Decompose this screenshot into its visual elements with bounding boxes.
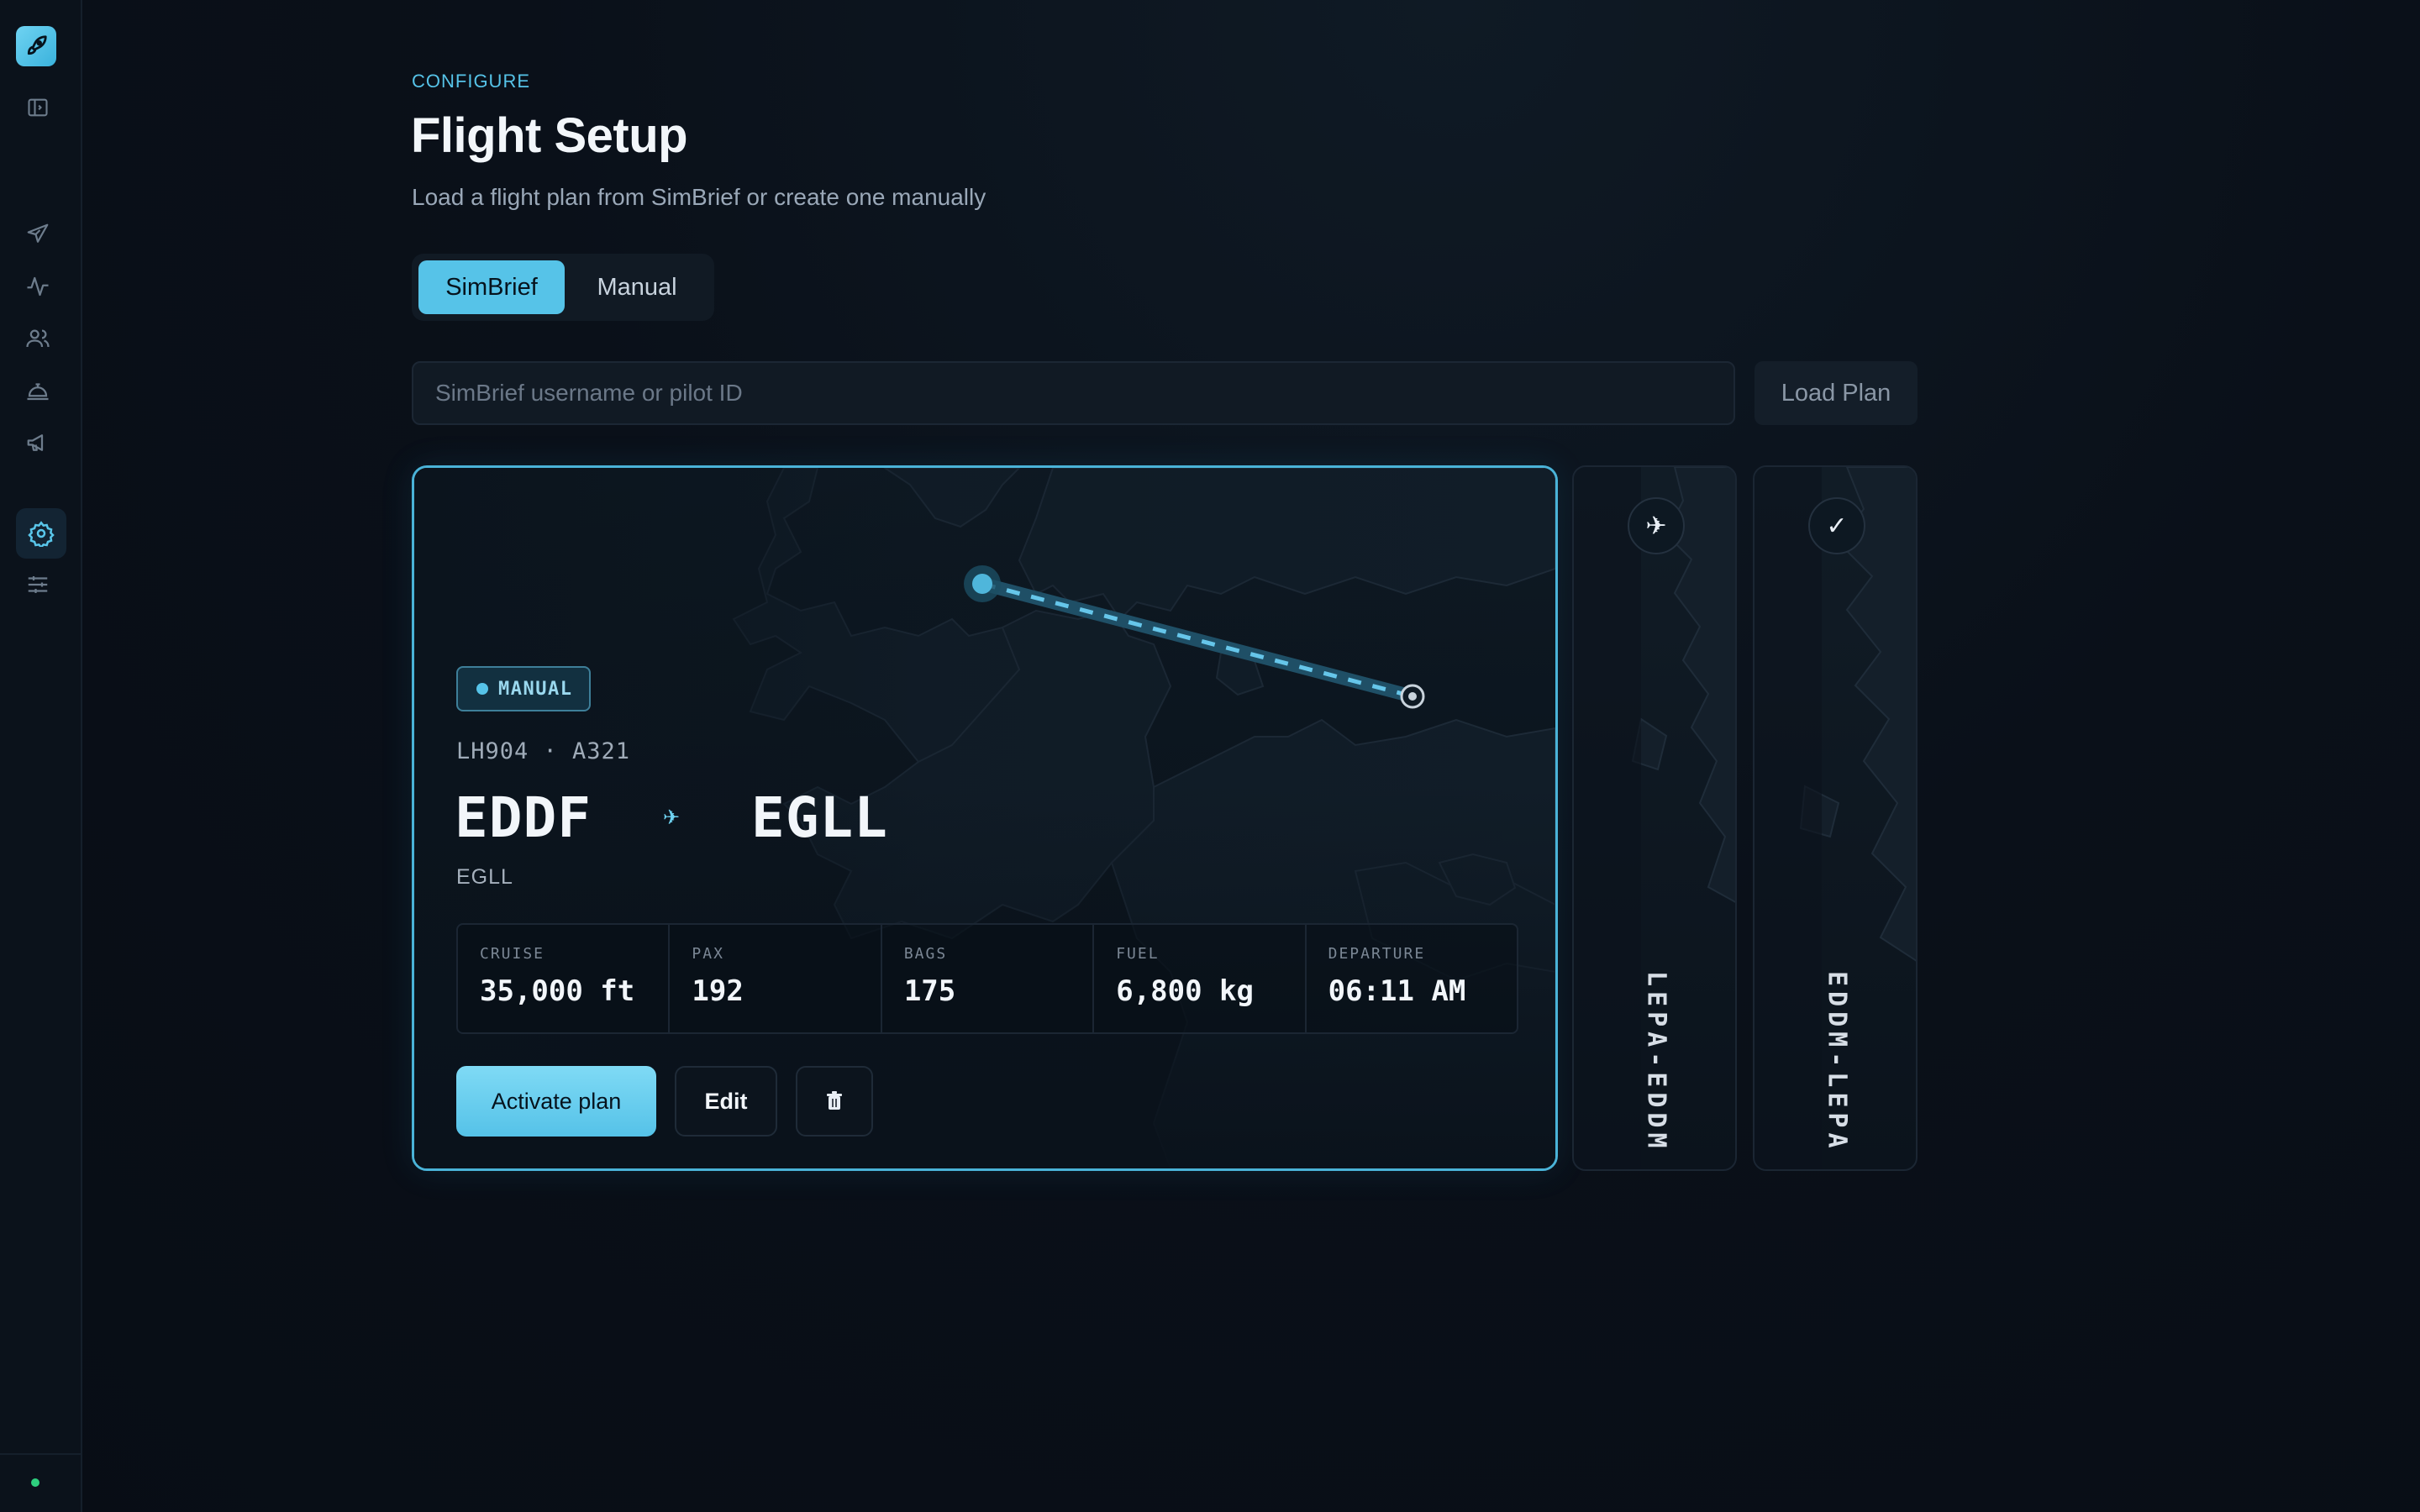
- plan-card-collapsed[interactable]: ✓ EDDM-LEPA: [1753, 465, 1918, 1171]
- stat-departure: DEPARTURE 06:11 AM: [1307, 925, 1517, 1032]
- connection-status-indicator: [31, 1478, 39, 1487]
- sidebar-divider: [0, 1453, 82, 1455]
- stat-bags: BAGS 175: [882, 925, 1095, 1032]
- trash-icon: [827, 1091, 842, 1110]
- activity-icon[interactable]: [24, 272, 52, 301]
- route-label: EDDM-LEPA: [1822, 971, 1852, 1153]
- flight-stats: CRUISE 35,000 ft PAX 192 BAGS 175 FUEL 6…: [456, 923, 1518, 1034]
- stat-label: PAX: [692, 945, 724, 963]
- stat-fuel: FUEL 6,800 kg: [1094, 925, 1307, 1032]
- stat-cruise: CRUISE 35,000 ft: [458, 925, 671, 1032]
- stat-label: DEPARTURE: [1328, 945, 1426, 963]
- active-plan-card[interactable]: MANUAL LH904 · A321 EDDF ✈ EGLL EGLL CRU…: [412, 465, 1558, 1171]
- stat-label: BAGS: [903, 945, 948, 963]
- route-label: LEPA-EDDM: [1641, 971, 1671, 1153]
- users-icon[interactable]: [24, 324, 52, 353]
- sliders-icon[interactable]: [24, 570, 52, 599]
- origin-code: EDDF: [455, 785, 592, 850]
- simbrief-username-input[interactable]: [412, 361, 1735, 425]
- route-summary: EDDF ✈ EGLL: [455, 784, 888, 851]
- stat-value: 6,800 kg: [1116, 974, 1254, 1008]
- destination-code: EGLL: [750, 785, 888, 850]
- stat-pax: PAX 192: [670, 925, 882, 1032]
- stat-value: 175: [903, 974, 956, 1008]
- tab-simbrief[interactable]: SimBrief: [418, 260, 565, 314]
- stat-value: 06:11 AM: [1328, 974, 1466, 1008]
- stat-label: FUEL: [1116, 945, 1160, 963]
- stat-value: 35,000 ft: [480, 974, 635, 1008]
- plan-card-collapsed[interactable]: ✈ LEPA-EDDM: [1572, 465, 1737, 1171]
- load-plan-button[interactable]: Load Plan: [1754, 361, 1918, 425]
- flight-number-aircraft: LH904 · A321: [456, 738, 631, 764]
- stat-value: 192: [692, 974, 744, 1008]
- sidebar-toggle-icon[interactable]: [24, 93, 52, 122]
- settings-icon[interactable]: [16, 508, 66, 559]
- badge-label: MANUAL: [498, 678, 573, 700]
- svg-text:✈: ✈: [663, 806, 680, 829]
- flight-icon[interactable]: [24, 220, 52, 249]
- plan-source-badge: MANUAL: [456, 666, 591, 711]
- tab-manual[interactable]: Manual: [570, 260, 704, 314]
- plan-actions: Activate plan Edit: [456, 1066, 873, 1137]
- edit-plan-button[interactable]: Edit: [675, 1066, 777, 1137]
- megaphone-icon[interactable]: [24, 428, 52, 457]
- airplane-route-icon: ✈: [618, 806, 724, 829]
- airplane-icon: ✈: [1628, 497, 1685, 554]
- logo-rocket-icon[interactable]: [16, 26, 56, 66]
- sidebar: [0, 0, 82, 1512]
- mode-tabs: SimBrief Manual: [412, 254, 714, 321]
- destination-name: EGLL: [456, 865, 513, 889]
- origin-marker: [972, 574, 992, 594]
- stat-label: CRUISE: [480, 945, 545, 963]
- activate-plan-button[interactable]: Activate plan: [456, 1066, 656, 1137]
- destination-marker-center: [1408, 692, 1417, 701]
- service-bell-icon[interactable]: [24, 376, 52, 405]
- section-eyebrow: CONFIGURE: [412, 71, 530, 92]
- badge-dot-icon: [476, 683, 488, 695]
- check-icon: ✓: [1808, 497, 1865, 554]
- page-title: Flight Setup: [411, 108, 688, 163]
- delete-plan-button[interactable]: [796, 1066, 873, 1137]
- page-subtitle: Load a flight plan from SimBrief or crea…: [412, 184, 986, 210]
